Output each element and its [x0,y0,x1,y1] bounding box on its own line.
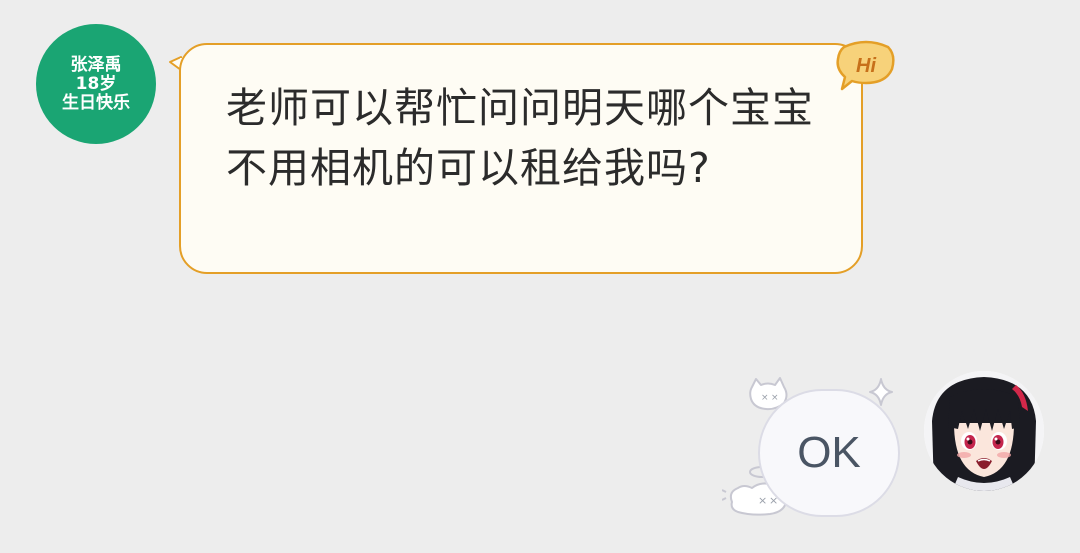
anime-girl-avatar-icon [924,371,1044,491]
svg-text:×: × [771,393,779,403]
hi-badge-text: Hi [856,55,876,77]
svg-text:×: × [758,494,767,507]
hi-badge-icon: Hi [836,40,895,91]
svg-text:×: × [761,393,769,403]
incoming-message-text: 老师可以帮忙问问明天哪个宝宝不用相机的可以租给我吗? [226,84,814,192]
incoming-message-bubble[interactable]: 老师可以帮忙问问明天哪个宝宝不用相机的可以租给我吗? [179,43,863,274]
sender-avatar[interactable]: 张泽禹 18岁 生日快乐 [36,24,156,144]
sender-avatar-line2: 18岁 [75,73,117,94]
receiver-avatar[interactable] [924,371,1044,491]
sender-avatar-line3: 生日快乐 [62,92,130,113]
outgoing-message-text: OK [797,428,861,477]
outgoing-ok-bubble[interactable]: OK [758,389,900,517]
sender-avatar-line1: 张泽禹 [70,54,122,75]
